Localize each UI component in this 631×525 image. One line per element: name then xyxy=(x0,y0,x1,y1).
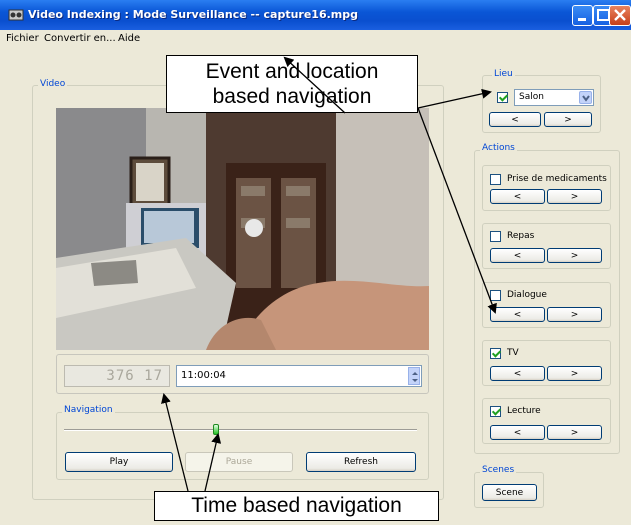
annotation-arrows xyxy=(161,56,497,492)
arrow-to-counter xyxy=(161,393,189,492)
arrow-to-location xyxy=(283,56,346,114)
arrow-to-slider xyxy=(204,433,222,492)
arrow-to-lieu xyxy=(417,88,492,109)
arrow-to-actions xyxy=(417,107,497,314)
